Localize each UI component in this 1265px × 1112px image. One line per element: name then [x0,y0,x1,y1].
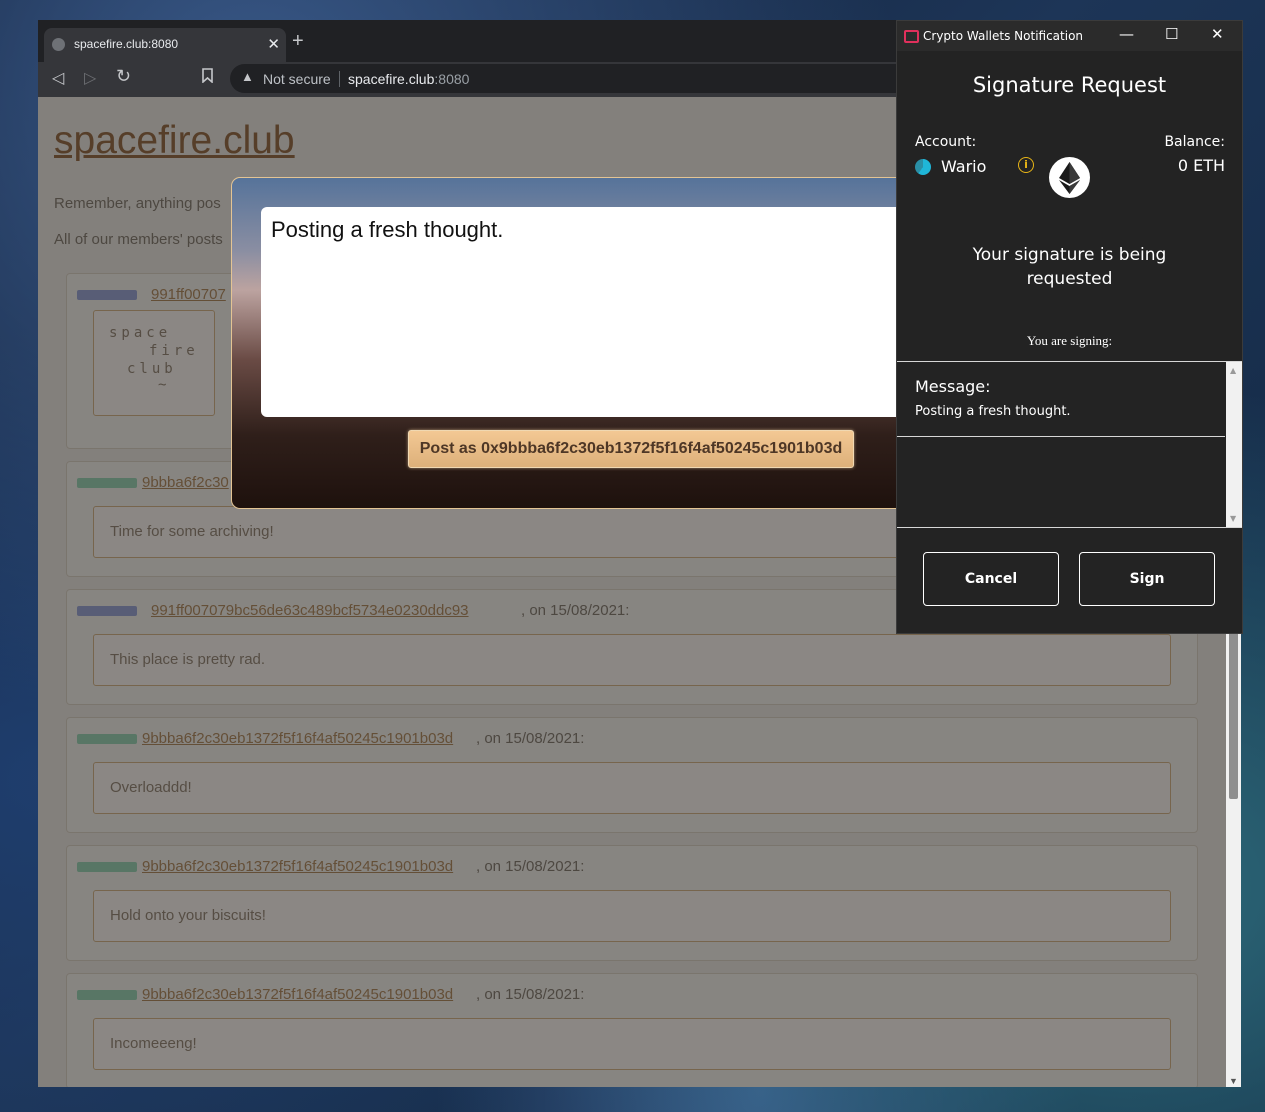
window-close-icon[interactable]: ✕ [1211,25,1224,43]
url-text[interactable]: spacefire.club:8080 [348,71,469,87]
balance-value: 0 ETH [1177,156,1225,175]
ethereum-icon [1049,157,1090,198]
wallet-window-title: Crypto Wallets Notification [923,29,1084,43]
wallet-titlebar: Crypto Wallets Notification — ☐ ✕ [897,21,1242,51]
account-name: Wario [941,157,987,176]
minimize-icon[interactable]: — [1119,25,1134,43]
warning-icon[interactable]: ▲ [241,69,254,84]
tab-close-icon[interactable]: ✕ [267,35,280,53]
balance-label: Balance: [1164,134,1225,150]
reload-icon[interactable]: ↻ [116,66,131,87]
wallet-icon [904,30,919,43]
sign-button-label: Sign [1129,571,1165,587]
globe-icon [52,38,65,51]
cancel-button[interactable]: Cancel [923,552,1059,606]
sign-button[interactable]: Sign [1079,552,1215,606]
scroll-up-arrow[interactable]: ▲ [1230,366,1236,375]
message-scrollbar[interactable]: ▲ ▼ [1226,362,1242,527]
url-port: :8080 [434,71,470,87]
not-secure-label[interactable]: Not secure [263,71,331,87]
message-label: Message: [915,377,991,396]
bookmark-icon[interactable] [202,68,213,87]
maximize-icon[interactable]: ☐ [1165,25,1178,43]
compose-text: Posting a fresh thought. [271,217,504,242]
message-panel[interactable]: Message: Posting a fresh thought. ▲ ▼ [897,361,1242,528]
cancel-button-label: Cancel [964,571,1018,587]
message-divider [897,436,1225,437]
new-tab-button[interactable]: + [292,30,304,53]
post-button-label: Post as 0x9bbba6f2c30eb1372f5f16f4af5024… [419,440,843,457]
back-icon[interactable]: ◁ [52,68,64,88]
wallet-popup: Crypto Wallets Notification — ☐ ✕ Signat… [896,20,1243,634]
account-label: Account: [915,134,977,150]
signature-request-heading: Signature Request [972,73,1167,97]
browser-tab[interactable]: spacefire.club:8080 ✕ [44,28,286,62]
account-avatar [915,159,931,175]
url-host: spacefire.club [348,71,435,87]
scroll-down-arrow[interactable]: ▼ [1230,514,1236,523]
scroll-down-arrow[interactable]: ▼ [1229,1076,1238,1086]
scrollbar-thumb[interactable] [1229,629,1238,799]
info-icon[interactable]: i [1018,157,1034,173]
address-divider [339,71,340,87]
message-value: Posting a fresh thought. [915,404,1071,419]
forward-icon[interactable]: ▷ [84,68,96,88]
signing-label: You are signing: [1026,333,1113,348]
tab-title: spacefire.club:8080 [74,37,179,51]
post-button[interactable]: Post as 0x9bbba6f2c30eb1372f5f16f4af5024… [408,430,854,468]
signature-requested-text: Your signature is being requested [972,245,1167,289]
